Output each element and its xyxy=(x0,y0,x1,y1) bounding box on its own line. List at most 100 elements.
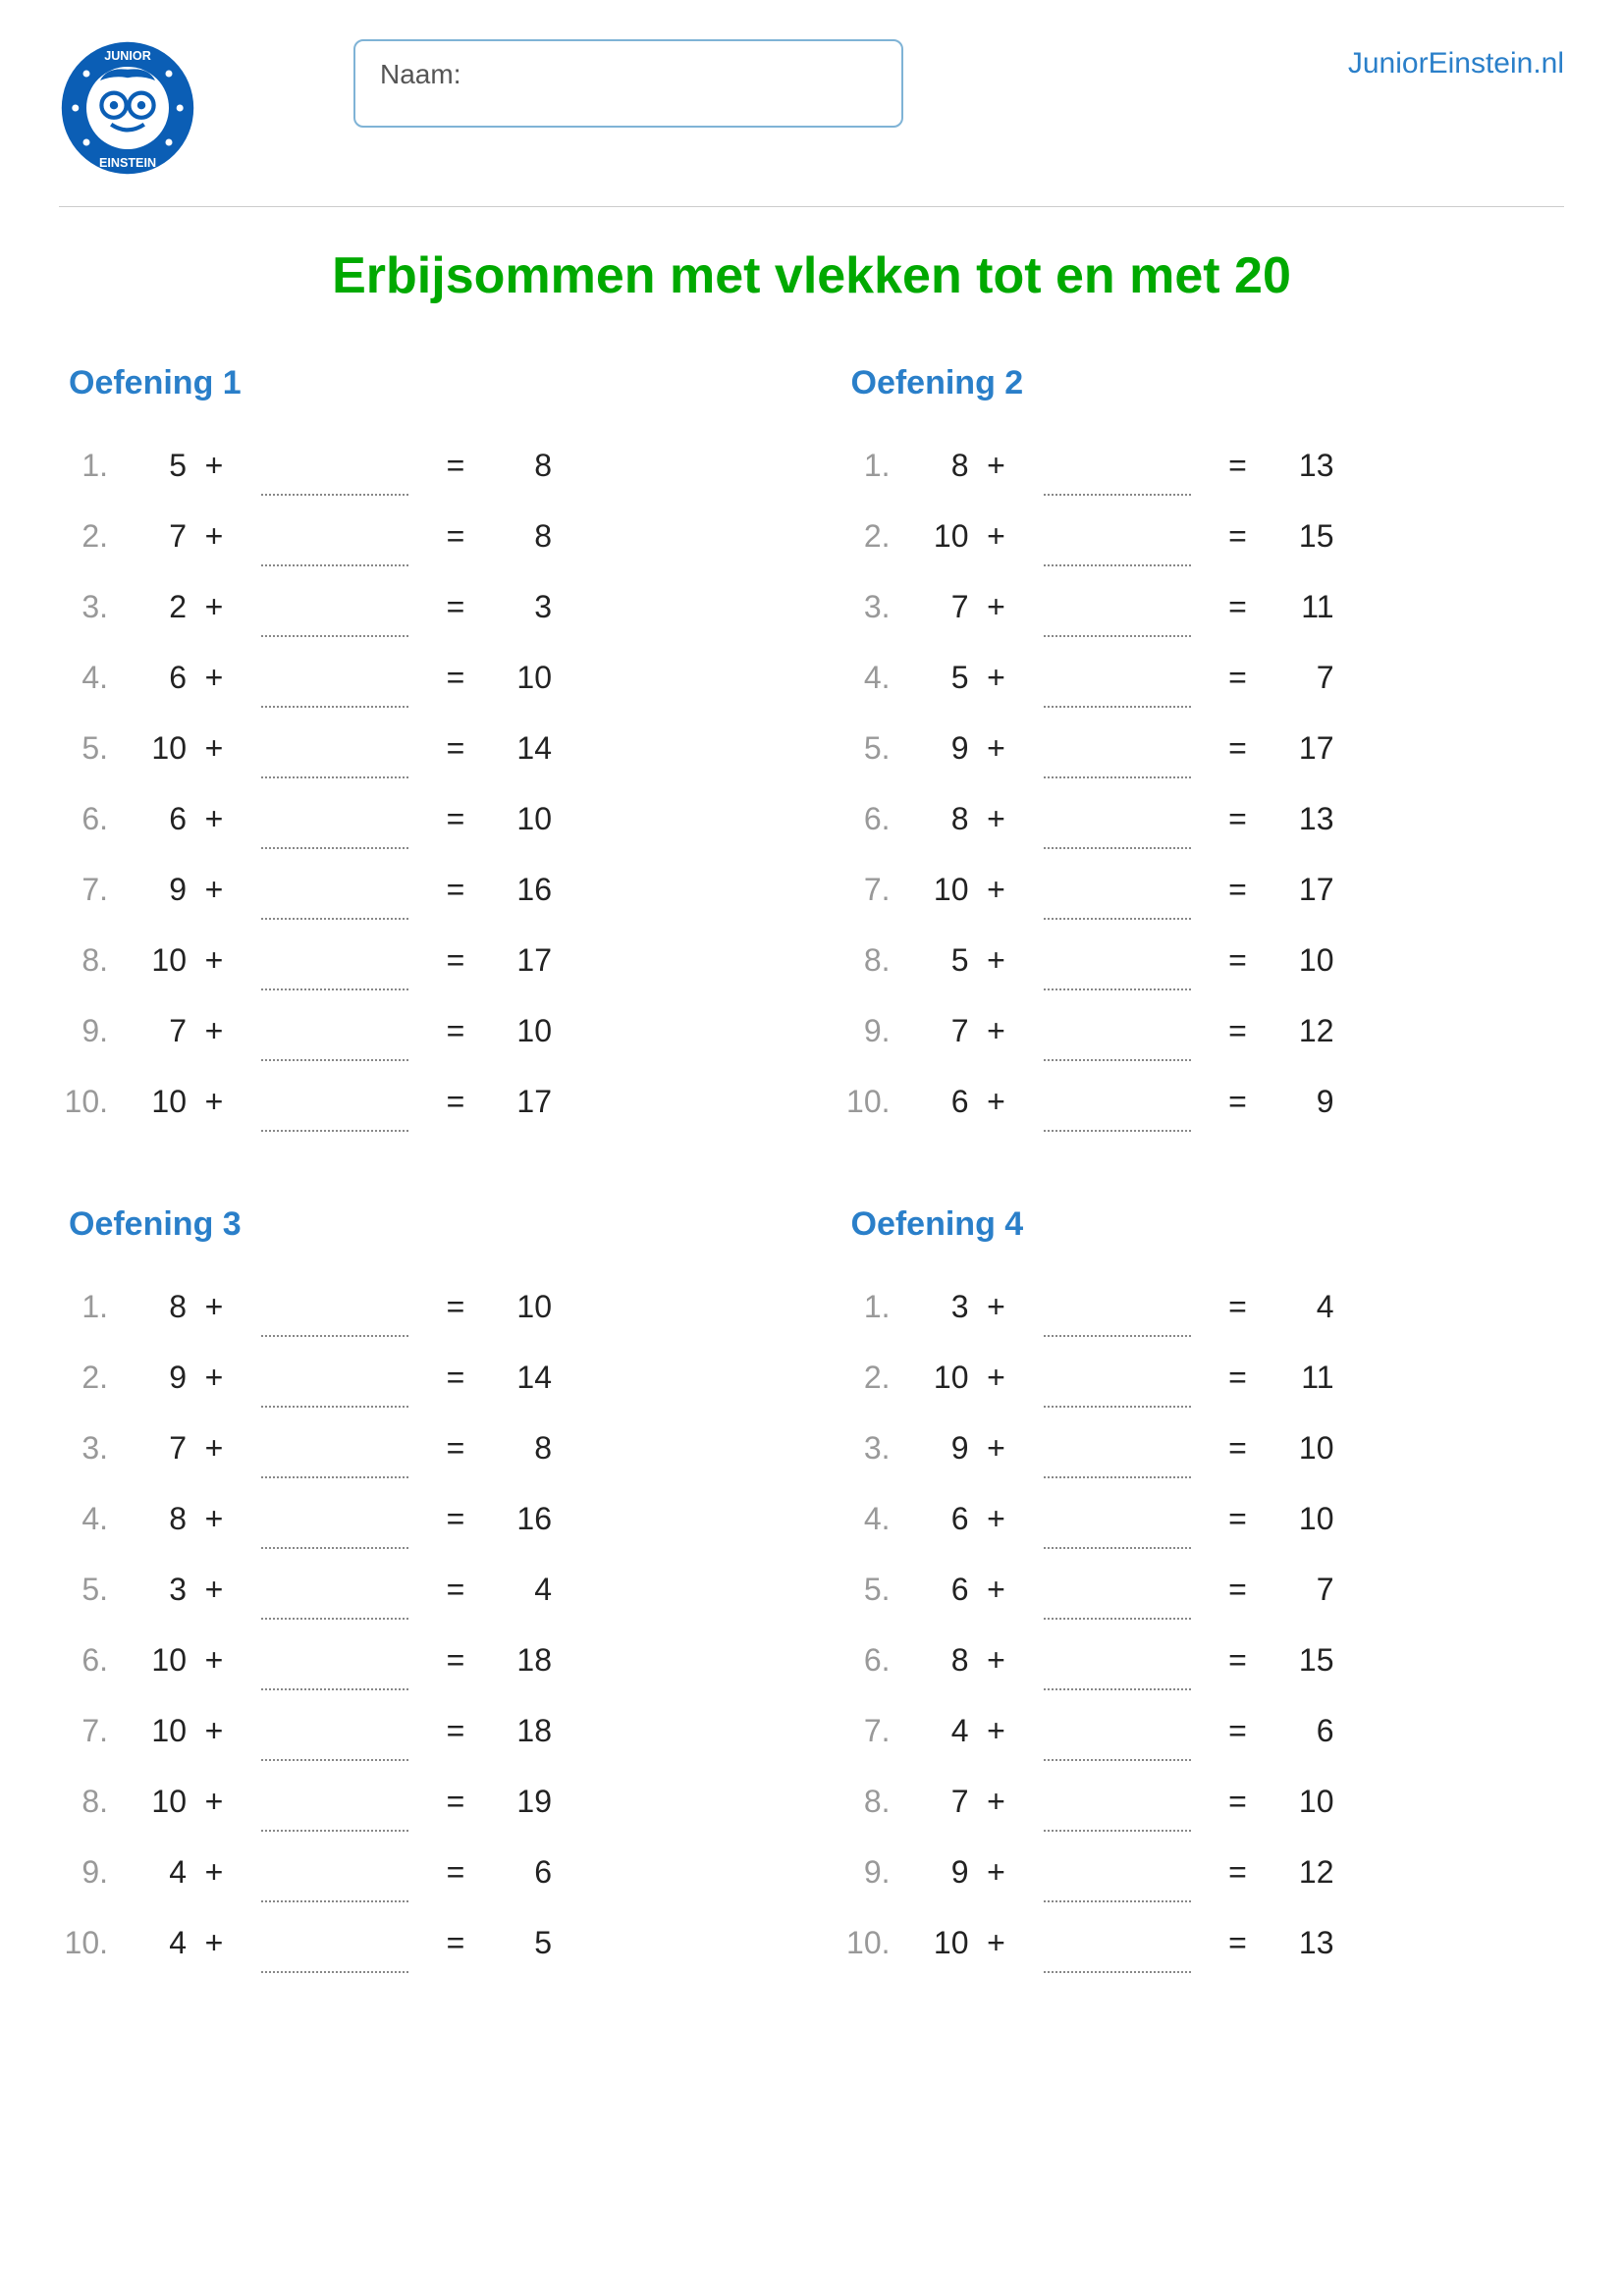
operator-plus: + xyxy=(969,660,1024,696)
answer-blank[interactable] xyxy=(251,1635,418,1684)
problem-index: 5. xyxy=(841,730,900,767)
problem-index: 3. xyxy=(841,1430,900,1467)
result-value: 10 xyxy=(1266,1784,1334,1820)
answer-blank[interactable] xyxy=(251,582,418,631)
answer-blank[interactable] xyxy=(251,1777,418,1826)
answer-blank[interactable] xyxy=(251,1353,418,1402)
result-value: 8 xyxy=(483,518,552,555)
problem-row: 1.5+=8 xyxy=(59,430,783,501)
answer-blank[interactable] xyxy=(1034,1282,1201,1331)
operand-a: 8 xyxy=(900,1642,969,1679)
answer-blank[interactable] xyxy=(251,1565,418,1614)
answer-blank[interactable] xyxy=(1034,582,1201,631)
problem-index: 10. xyxy=(841,1084,900,1120)
answer-blank[interactable] xyxy=(251,1423,418,1472)
operand-a: 7 xyxy=(118,518,187,555)
answer-blank[interactable] xyxy=(251,1006,418,1055)
answer-blank[interactable] xyxy=(1034,653,1201,702)
answer-blank[interactable] xyxy=(251,1494,418,1543)
answer-blank[interactable] xyxy=(1034,1353,1201,1402)
problem-row: 5.9+=17 xyxy=(841,713,1565,783)
answer-blank[interactable] xyxy=(1034,1847,1201,1896)
problem-row: 4.8+=16 xyxy=(59,1483,783,1554)
equals-sign: = xyxy=(428,1925,483,1961)
result-value: 13 xyxy=(1266,448,1334,484)
answer-blank[interactable] xyxy=(1034,1777,1201,1826)
logo-junior-einstein: JUNIOR EINSTEIN xyxy=(59,39,196,177)
name-input-box[interactable]: Naam: xyxy=(353,39,903,128)
operand-a: 10 xyxy=(900,1925,969,1961)
answer-blank[interactable] xyxy=(251,1918,418,1967)
site-link[interactable]: JuniorEinstein.nl xyxy=(1348,39,1564,80)
result-value: 11 xyxy=(1266,1360,1334,1396)
equals-sign: = xyxy=(428,660,483,696)
answer-blank[interactable] xyxy=(251,794,418,843)
result-value: 16 xyxy=(483,872,552,908)
problem-row: 10.10+=13 xyxy=(841,1907,1565,1978)
operand-a: 9 xyxy=(900,1430,969,1467)
operator-plus: + xyxy=(187,660,242,696)
operand-a: 6 xyxy=(900,1572,969,1608)
problem-row: 7.10+=17 xyxy=(841,854,1565,925)
result-value: 10 xyxy=(1266,1430,1334,1467)
answer-blank[interactable] xyxy=(1034,1494,1201,1543)
exercise-block: Oefening 21.8+=132.10+=153.7+=114.5+=75.… xyxy=(841,364,1565,1137)
operand-a: 2 xyxy=(118,589,187,625)
answer-blank[interactable] xyxy=(251,935,418,985)
equals-sign: = xyxy=(428,801,483,837)
answer-blank[interactable] xyxy=(251,511,418,561)
problem-index: 3. xyxy=(59,589,118,625)
answer-blank[interactable] xyxy=(1034,1635,1201,1684)
answer-blank[interactable] xyxy=(1034,935,1201,985)
result-value: 10 xyxy=(483,1289,552,1325)
answer-blank[interactable] xyxy=(1034,441,1201,490)
answer-blank[interactable] xyxy=(251,1282,418,1331)
equals-sign: = xyxy=(428,1572,483,1608)
problem-row: 4.5+=7 xyxy=(841,642,1565,713)
equals-sign: = xyxy=(1211,1642,1266,1679)
answer-blank[interactable] xyxy=(1034,1077,1201,1126)
equals-sign: = xyxy=(428,1013,483,1049)
operator-plus: + xyxy=(187,730,242,767)
answer-blank[interactable] xyxy=(251,865,418,914)
result-value: 10 xyxy=(1266,1501,1334,1537)
operand-a: 6 xyxy=(900,1084,969,1120)
equals-sign: = xyxy=(1211,1854,1266,1891)
result-value: 14 xyxy=(483,1360,552,1396)
answer-blank[interactable] xyxy=(1034,1706,1201,1755)
answer-blank[interactable] xyxy=(1034,1918,1201,1967)
answer-blank[interactable] xyxy=(251,723,418,773)
result-value: 8 xyxy=(483,448,552,484)
operand-a: 9 xyxy=(900,730,969,767)
name-label: Naam: xyxy=(380,59,460,89)
problem-index: 2. xyxy=(59,518,118,555)
operator-plus: + xyxy=(187,1084,242,1120)
answer-blank[interactable] xyxy=(1034,723,1201,773)
answer-blank[interactable] xyxy=(1034,511,1201,561)
result-value: 4 xyxy=(1266,1289,1334,1325)
problem-index: 10. xyxy=(59,1925,118,1961)
problem-index: 3. xyxy=(841,589,900,625)
problem-row: 4.6+=10 xyxy=(841,1483,1565,1554)
equals-sign: = xyxy=(428,518,483,555)
answer-blank[interactable] xyxy=(251,1077,418,1126)
answer-blank[interactable] xyxy=(1034,1006,1201,1055)
answer-blank[interactable] xyxy=(1034,1423,1201,1472)
answer-blank[interactable] xyxy=(1034,794,1201,843)
operand-a: 3 xyxy=(900,1289,969,1325)
answer-blank[interactable] xyxy=(251,1847,418,1896)
equals-sign: = xyxy=(1211,1501,1266,1537)
answer-blank[interactable] xyxy=(251,441,418,490)
equals-sign: = xyxy=(1211,801,1266,837)
answer-blank[interactable] xyxy=(251,1706,418,1755)
problem-index: 1. xyxy=(841,1289,900,1325)
answer-blank[interactable] xyxy=(1034,865,1201,914)
result-value: 13 xyxy=(1266,801,1334,837)
result-value: 16 xyxy=(483,1501,552,1537)
operator-plus: + xyxy=(187,1854,242,1891)
problem-index: 6. xyxy=(841,801,900,837)
answer-blank[interactable] xyxy=(251,653,418,702)
problem-row: 1.8+=10 xyxy=(59,1271,783,1342)
answer-blank[interactable] xyxy=(1034,1565,1201,1614)
operand-a: 6 xyxy=(118,801,187,837)
